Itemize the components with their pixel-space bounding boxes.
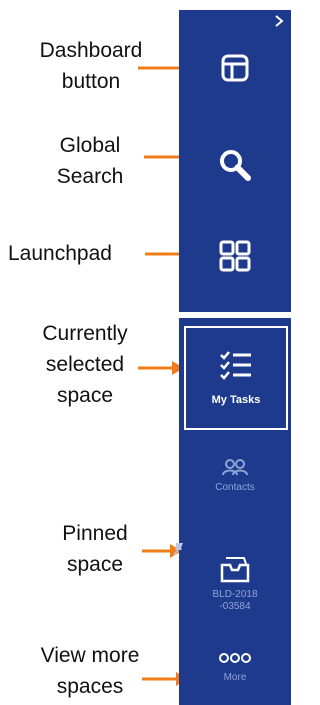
chevron-right-icon[interactable] <box>273 14 285 28</box>
space-label: My Tasks <box>211 394 261 406</box>
global-search-button[interactable] <box>179 144 291 186</box>
launchpad-annotation: Launchpad <box>8 242 112 265</box>
more-spaces-button[interactable]: More <box>179 652 291 684</box>
space-my-tasks[interactable]: My Tasks <box>184 326 288 430</box>
inbox-tray-icon <box>220 557 250 583</box>
space-label: More <box>223 672 247 683</box>
global-search-annotation: Global Search <box>56 134 124 188</box>
checklist-icon <box>220 351 251 380</box>
dashboard-button[interactable] <box>179 50 291 86</box>
space-bld-2018-03584[interactable]: BLD-2018 -03584 <box>179 555 291 613</box>
dashboard-icon <box>221 54 249 82</box>
sidebar-top-panel <box>179 10 291 312</box>
more-dots-icon <box>219 653 251 663</box>
space-label: Contacts <box>215 482 255 493</box>
contacts-icon <box>222 459 248 476</box>
space-label: BLD-2018 -03584 <box>212 589 258 612</box>
space-contacts[interactable]: Contacts <box>179 458 291 494</box>
pin-icon <box>173 543 183 556</box>
search-icon <box>220 150 251 181</box>
launchpad-button[interactable] <box>179 236 291 276</box>
launchpad-grid-icon <box>219 240 251 272</box>
